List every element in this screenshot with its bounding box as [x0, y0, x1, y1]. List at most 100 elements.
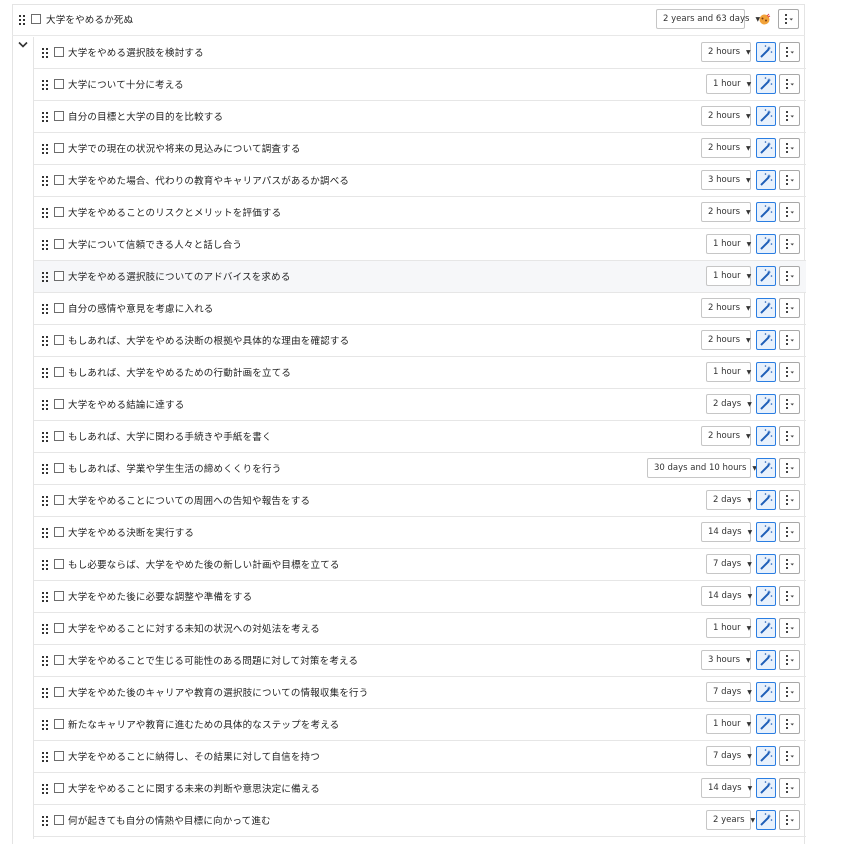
task-checkbox[interactable] — [54, 591, 64, 601]
task-menu-button[interactable] — [779, 362, 800, 382]
magic-wand-button[interactable] — [756, 298, 776, 318]
magic-wand-button[interactable] — [756, 138, 776, 158]
drag-handle-icon[interactable] — [42, 48, 49, 58]
magic-wand-button[interactable] — [756, 490, 776, 510]
task-label[interactable]: もしあれば、大学をやめるための行動計画を立てる — [68, 365, 291, 379]
drag-handle-icon[interactable] — [42, 304, 49, 314]
duration-dropdown[interactable]: 1 hour ▼ — [706, 618, 751, 638]
subtask-row[interactable]: もしあれば、学業や学生生活の締めくくりを行う 30 days and 10 hou… — [34, 453, 806, 485]
task-menu-button[interactable] — [779, 490, 800, 510]
duration-dropdown[interactable]: 2 hours ▼ — [701, 426, 751, 446]
drag-handle-icon[interactable] — [42, 432, 49, 442]
task-menu-button[interactable] — [779, 138, 800, 158]
task-checkbox[interactable] — [54, 751, 64, 761]
duration-dropdown[interactable]: 14 days ▼ — [701, 522, 752, 542]
task-label[interactable]: 大学をやめることで生じる可能性のある問題に対して対策を考える — [68, 653, 358, 667]
task-checkbox[interactable] — [54, 687, 64, 697]
task-checkbox[interactable] — [54, 143, 64, 153]
task-label[interactable]: 大学をやめる選択肢を検討する — [68, 45, 204, 59]
magic-wand-button[interactable] — [756, 234, 776, 254]
task-label[interactable]: 大学をやめることについての周囲への告知や報告をする — [68, 493, 310, 507]
task-checkbox[interactable] — [54, 783, 64, 793]
task-menu-button[interactable] — [778, 9, 799, 29]
subtask-row[interactable]: 大学をやめることに関する未来の判断や意思決定に備える 14 days ▼ — [34, 773, 806, 805]
magic-wand-button[interactable] — [756, 202, 776, 222]
task-checkbox[interactable] — [54, 815, 64, 825]
magic-wand-button[interactable] — [756, 810, 776, 830]
task-label[interactable]: もしあれば、大学をやめる決断の根拠や具体的な理由を確認する — [68, 333, 349, 347]
subtask-row[interactable]: 自分の感情や意見を考慮に入れる 2 hours ▼ — [34, 293, 806, 325]
task-label[interactable]: 大学をやめることのリスクとメリットを評価する — [68, 205, 281, 219]
task-label[interactable]: 大学をやめることに関する未来の判断や意思決定に備える — [68, 781, 320, 795]
magic-wand-button[interactable] — [756, 714, 776, 734]
drag-handle-icon[interactable] — [42, 272, 49, 282]
subtask-row[interactable]: 大学をやめる決断を実行する 14 days ▼ — [34, 517, 806, 549]
task-menu-button[interactable] — [779, 202, 800, 222]
subtask-row[interactable]: 大学について十分に考える 1 hour ▼ — [34, 69, 806, 101]
task-menu-button[interactable] — [779, 234, 800, 254]
magic-wand-button[interactable] — [756, 362, 776, 382]
task-menu-button[interactable] — [779, 522, 800, 542]
drag-handle-icon[interactable] — [42, 592, 49, 602]
duration-dropdown[interactable]: 2 hours ▼ — [701, 106, 751, 126]
task-checkbox[interactable] — [54, 175, 64, 185]
magic-wand-button[interactable] — [756, 330, 776, 350]
subtask-row[interactable]: 自分の目標と大学の目的を比較する 2 hours ▼ — [34, 101, 806, 133]
subtask-row[interactable]: 大学をやめることに対する未知の状況への対処法を考える 1 hour ▼ — [34, 613, 806, 645]
subtask-row[interactable]: 新たなキャリアや教育に進むための具体的なステップを考える 1 hour ▼ — [34, 709, 806, 741]
task-checkbox[interactable] — [54, 559, 64, 569]
task-checkbox[interactable] — [54, 207, 64, 217]
duration-dropdown[interactable]: 2 hours ▼ — [701, 298, 751, 318]
drag-handle-icon[interactable] — [42, 464, 49, 474]
duration-dropdown[interactable]: 14 days ▼ — [701, 778, 752, 798]
subtask-row[interactable]: 何が起きても自分の情熱や目標に向かって進む 2 years ▼ — [34, 805, 806, 837]
task-label[interactable]: 大学をやめるか死ぬ — [46, 12, 133, 26]
magic-wand-button[interactable] — [756, 394, 776, 414]
duration-dropdown[interactable]: 30 days and 10 hours ▼ — [647, 458, 757, 478]
duration-dropdown[interactable]: 1 hour ▼ — [706, 266, 751, 286]
task-menu-button[interactable] — [779, 586, 800, 606]
task-label[interactable]: 大学をやめる結論に達する — [68, 397, 184, 411]
duration-dropdown[interactable]: 7 days ▼ — [706, 746, 752, 766]
task-checkbox[interactable] — [54, 399, 64, 409]
duration-dropdown[interactable]: 1 hour ▼ — [706, 74, 751, 94]
magic-wand-button[interactable] — [756, 170, 776, 190]
task-checkbox[interactable] — [54, 463, 64, 473]
task-label[interactable]: 大学をやめることに対する未知の状況への対処法を考える — [68, 621, 320, 635]
task-menu-button[interactable] — [779, 394, 800, 414]
task-label[interactable]: 何が起きても自分の情熱や目標に向かって進む — [68, 813, 271, 827]
duration-dropdown[interactable]: 2 years ▼ — [706, 810, 755, 830]
task-checkbox[interactable] — [54, 719, 64, 729]
duration-dropdown[interactable]: 2 hours ▼ — [701, 42, 751, 62]
magic-wand-button[interactable] — [756, 618, 776, 638]
drag-handle-icon[interactable] — [42, 240, 49, 250]
task-checkbox[interactable] — [54, 47, 64, 57]
drag-handle-icon[interactable] — [42, 80, 49, 90]
subtask-row[interactable]: 大学をやめることに納得し、その結果に対して自信を持つ 7 days ▼ — [34, 741, 806, 773]
task-label[interactable]: もしあれば、学業や学生生活の締めくくりを行う — [68, 461, 281, 475]
duration-dropdown[interactable]: 3 hours ▼ — [701, 650, 751, 670]
drag-handle-icon[interactable] — [42, 208, 49, 218]
task-label[interactable]: 大学をやめた後のキャリアや教育の選択肢についての情報収集を行う — [68, 685, 368, 699]
drag-handle-icon[interactable] — [42, 496, 49, 506]
subtask-row[interactable]: もしあれば、大学をやめるための行動計画を立てる 1 hour ▼ — [34, 357, 806, 389]
task-menu-button[interactable] — [779, 554, 800, 574]
task-checkbox[interactable] — [54, 527, 64, 537]
task-menu-button[interactable] — [779, 714, 800, 734]
task-menu-button[interactable] — [779, 746, 800, 766]
drag-handle-icon[interactable] — [42, 720, 49, 730]
task-checkbox[interactable] — [54, 271, 64, 281]
magic-wand-button[interactable] — [756, 586, 776, 606]
subtask-row[interactable]: 大学について信頼できる人々と話し合う 1 hour ▼ — [34, 229, 806, 261]
task-checkbox[interactable] — [54, 623, 64, 633]
duration-dropdown[interactable]: 2 hours ▼ — [701, 138, 751, 158]
subtask-row[interactable]: 大学をやめる選択肢についてのアドバイスを求める 1 hour ▼ — [34, 261, 806, 293]
magic-wand-button[interactable] — [756, 458, 776, 478]
task-label[interactable]: 大学をやめる決断を実行する — [68, 525, 194, 539]
task-checkbox[interactable] — [54, 303, 64, 313]
task-menu-button[interactable] — [779, 74, 800, 94]
task-menu-button[interactable] — [779, 170, 800, 190]
duration-dropdown[interactable]: 2 hours ▼ — [701, 202, 751, 222]
drag-handle-icon[interactable] — [42, 752, 49, 762]
subtask-row[interactable]: もしあれば、大学をやめる決断の根拠や具体的な理由を確認する 2 hours ▼ — [34, 325, 806, 357]
